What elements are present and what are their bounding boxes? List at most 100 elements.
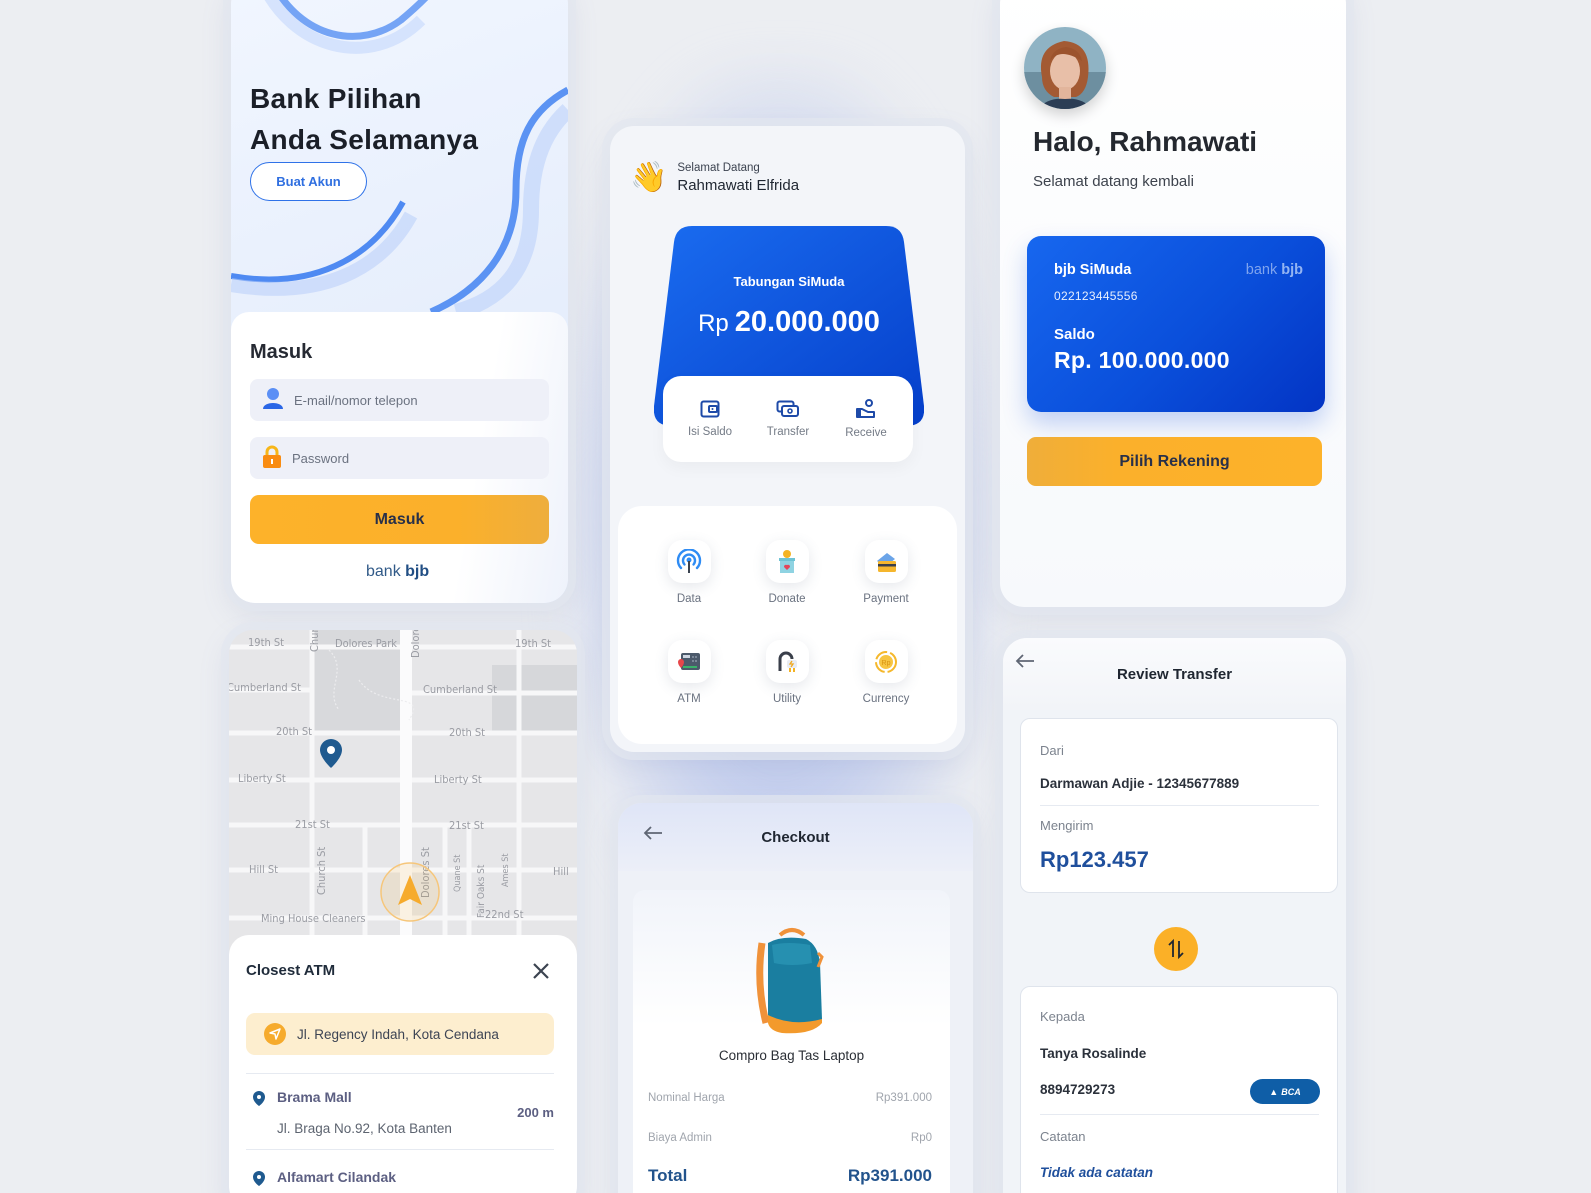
password-field[interactable] (250, 437, 549, 479)
street-label: 21st St (295, 818, 330, 831)
create-account-button[interactable]: Buat Akun (250, 162, 367, 201)
profile-greeting: Halo, Rahmawati (1033, 126, 1258, 157)
street-label: Hill St (249, 863, 278, 876)
service-payment[interactable]: Payment (846, 540, 926, 605)
atm-machine-icon (678, 652, 700, 670)
service-donate[interactable]: Donate (747, 540, 827, 605)
current-location-text: Jl. Regency Indah, Kota Cendana (297, 1026, 499, 1042)
navigation-icon (264, 1023, 286, 1045)
location-pin-icon (253, 1171, 265, 1186)
recipient-name: Tanya Rosalinde (1040, 1046, 1147, 1061)
street-label: Quane St (453, 855, 463, 892)
login-screen: Bank Pilihan Anda Selamanya Buat Akun Mas… (231, 0, 568, 603)
back-arrow-icon[interactable] (643, 826, 663, 840)
checkout-screen: Checkout Compro Bag Tas Laptop Nominal H… (618, 803, 973, 1193)
recipient-card: Kepada Tanya Rosalinde 8894729273 ▲ BCA C… (1020, 986, 1338, 1193)
lock-icon (262, 445, 282, 472)
street-map: 19th St Dolores Park Dolore 19th St Chur… (229, 630, 577, 950)
greeting-text: Selamat Datang (677, 162, 760, 174)
power-plug-icon (778, 651, 797, 672)
street-label: Liberty St (434, 773, 482, 786)
atm-distance: 200 m (517, 1105, 554, 1120)
current-location-bar[interactable]: Jl. Regency Indah, Kota Cendana (246, 1013, 554, 1055)
donation-box-icon (779, 549, 795, 573)
account-type: Tabungan SiMuda (733, 274, 845, 289)
credit-card-icon (877, 552, 896, 572)
street-label: Cumberland St (423, 683, 497, 696)
street-label: Church St (315, 847, 328, 895)
divider (1040, 1114, 1319, 1115)
card-bank-logo: bank bjb (1245, 262, 1303, 278)
choose-account-button[interactable]: Pilih Rekening (1027, 437, 1322, 486)
atm-list-item[interactable]: Alfamart Cilandak (246, 1157, 554, 1193)
login-button[interactable]: Masuk (250, 495, 549, 544)
card-product: bjb SiMuda (1054, 262, 1132, 278)
location-pin-icon (320, 739, 342, 768)
price-row: Nominal Harga Rp391.000 (648, 1092, 932, 1104)
wallet-icon (700, 400, 720, 418)
password-input[interactable] (292, 450, 522, 466)
street-label: Dolore (409, 630, 422, 658)
quick-action-isi-saldo[interactable]: Isi Saldo (675, 400, 745, 438)
back-arrow-icon[interactable] (1015, 654, 1035, 668)
total-row: Total Rp391.000 (648, 1166, 932, 1185)
login-hero: Bank Pilihan Anda Selamanya Buat Akun (231, 0, 568, 312)
map-view[interactable]: 19th St Dolores Park Dolore 19th St Chur… (229, 630, 577, 950)
sender-card: Dari Darmawan Adjie - 12345677889 Mengir… (1020, 718, 1338, 893)
quick-action-transfer[interactable]: Transfer (753, 400, 823, 438)
email-input[interactable] (294, 392, 524, 408)
service-data[interactable]: Data (649, 540, 729, 605)
checkout-title: Checkout (761, 828, 830, 846)
product-name: Compro Bag Tas Laptop (718, 1048, 865, 1063)
street-label: 19th St (515, 637, 551, 650)
avatar[interactable] (1024, 27, 1106, 109)
service-atm[interactable]: ATM (649, 640, 729, 705)
divider (246, 1073, 554, 1074)
review-header: Review Transfer (1003, 638, 1346, 710)
atm-map-screen: 19th St Dolores Park Dolore 19th St Chur… (229, 630, 577, 1193)
street-label: Liberty St (238, 772, 286, 785)
navigation-arrow-icon (380, 862, 440, 922)
street-label: Cumberland St (229, 681, 301, 694)
quick-action-receive[interactable]: Receive (831, 399, 901, 439)
close-icon[interactable] (530, 960, 552, 982)
bca-logo-icon: ▲ (1269, 1086, 1279, 1097)
from-value: Darmawan Adjie - 12345677889 (1040, 776, 1240, 791)
account-balance: Rp 20.000.000 (698, 306, 880, 338)
svg-text:Rp: Rp (882, 660, 891, 667)
divider (246, 1149, 554, 1150)
services-menu: Data Donate Payment ATM Utility Rp Curre… (618, 506, 957, 744)
home-screen: 👋 Selamat Datang Rahmawati Elfrida Tabun… (610, 126, 965, 752)
bank-badge: ▲ BCA (1250, 1079, 1320, 1104)
email-field[interactable] (250, 379, 549, 421)
account-selection-screen: Halo, Rahmawati Selamat datang kembali b… (1000, 0, 1346, 607)
street-label: 20th St (276, 725, 312, 738)
street-label: Ming House Cleaners (261, 912, 366, 925)
atm-list-item[interactable]: Brama Mall Jl. Braga No.92, Kota Banten … (246, 1077, 554, 1147)
checkout-header: Checkout (618, 803, 973, 871)
bank-account-card[interactable]: bjb SiMuda 022123445556 bank bjb Saldo R… (1027, 236, 1325, 412)
review-title: Review Transfer (1116, 665, 1233, 683)
to-label: Kepada (1040, 1009, 1085, 1024)
backpack-image (756, 928, 824, 1034)
product-card: Compro Bag Tas Laptop Nominal Harga Rp391… (633, 890, 950, 1193)
atm-address: Jl. Braga No.92, Kota Banten (277, 1121, 452, 1136)
note-value: Tidak ada catatan (1040, 1165, 1154, 1180)
user-icon (262, 387, 284, 414)
user-name: Rahmawati Elfrida (677, 177, 800, 194)
bank-logo: bank bjb (366, 563, 430, 580)
note-label: Catatan (1040, 1129, 1086, 1144)
street-label: 22nd St (485, 908, 524, 921)
service-utility[interactable]: Utility (747, 640, 827, 705)
login-form: Masuk Masuk bank bjb (231, 312, 568, 603)
street-label: 19th St (248, 636, 284, 649)
money-transfer-icon (776, 400, 799, 417)
greeting: 👋 Selamat Datang Rahmawati Elfrida (630, 162, 799, 194)
currency-coin-icon: Rp (875, 650, 897, 673)
service-currency[interactable]: Rp Currency (846, 640, 926, 705)
login-headline: Bank Pilihan Anda Selamanya (250, 83, 479, 155)
card-balance-label: Saldo (1054, 326, 1095, 343)
swap-button[interactable] (1154, 927, 1198, 971)
street-label: Chur (308, 630, 321, 652)
swap-arrows-icon (1168, 938, 1184, 960)
